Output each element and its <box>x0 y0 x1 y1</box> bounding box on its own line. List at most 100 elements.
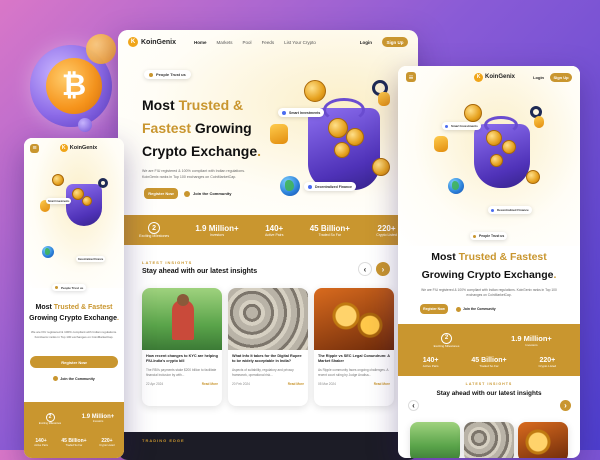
logo-icon: K <box>59 144 68 152</box>
key-ring-icon <box>98 178 108 188</box>
globe-icon <box>448 178 464 194</box>
signup-button[interactable]: Sign Up <box>550 72 572 82</box>
hero-line3-dot: . <box>257 143 262 159</box>
stat-value: 45 Billion+ <box>471 356 507 364</box>
article-image <box>228 288 308 350</box>
article-card[interactable]: The Ripple vs SEC Legal Conundrum: A Mar… <box>314 288 394 406</box>
coin-icon <box>372 158 390 176</box>
article-image <box>410 422 460 458</box>
milestone-badge-icon: 2 <box>441 332 452 344</box>
read-more-link[interactable]: Read More <box>202 382 218 386</box>
stat-label: Active Pairs <box>34 444 48 448</box>
next-button[interactable]: › <box>560 400 571 411</box>
stat-investors: 1.9 Million+ Investors <box>195 224 238 237</box>
stat-label: Traded So Far <box>65 444 83 448</box>
stat-label: Exciting Milestones <box>139 234 170 238</box>
coin-icon <box>304 80 326 102</box>
smart-investments-label: Smart Investments <box>48 199 70 203</box>
brand-name[interactable]: KoinGenix <box>70 145 98 151</box>
stat-value: 1.9 Million+ <box>195 223 239 233</box>
mobile-hero-description: We are FIU registered & 100% compliant w… <box>421 288 557 298</box>
stat-value: 1.9 Million+ <box>511 333 552 343</box>
decentralized-finance-label: Decentralized Finance <box>315 184 352 189</box>
trading-edge-eyebrow: TRADING EDGE <box>142 438 185 443</box>
login-link[interactable]: Login <box>533 75 544 80</box>
smart-investments-label: Smart Investments <box>451 124 478 128</box>
nav-list-crypto[interactable]: List Your Crypto <box>284 40 316 45</box>
coin-icon <box>502 140 516 154</box>
badge-dot-icon <box>55 286 58 289</box>
prev-button[interactable]: ‹ <box>358 262 372 276</box>
decentralized-finance-label: Decentralized Finance <box>497 208 529 212</box>
join-community-link[interactable]: Join the Community <box>456 304 496 314</box>
mobile-hero-line2-dot: . <box>116 315 119 322</box>
article-card[interactable]: How recent changes to KYC are helping FI… <box>142 288 222 406</box>
article-date: 20 Feb 2024 <box>232 382 250 387</box>
lock-icon <box>270 124 288 144</box>
article-title[interactable]: What Info It takes for the Digital Rupee… <box>232 354 304 365</box>
read-more-link[interactable]: Read More <box>374 382 390 386</box>
stat-label: Exciting Milestones <box>433 343 460 348</box>
brand-name[interactable]: KoinGenix <box>485 74 515 80</box>
decentralized-finance-label: Decentralized Finance <box>78 257 104 261</box>
tag-dot-icon <box>445 124 448 128</box>
stat-label: Investors <box>209 232 225 237</box>
small-orb <box>78 118 92 132</box>
join-community-link[interactable]: Join the Community <box>24 374 124 383</box>
stat-crypto-listed: 220+ Crypto Listed <box>522 357 573 368</box>
nav-markets[interactable]: Markets <box>217 40 233 45</box>
insights-title: Stay ahead with our latest insights <box>436 390 542 397</box>
menu-icon[interactable]: ≡ <box>406 72 416 82</box>
join-community-link[interactable]: Join the Community <box>184 188 231 199</box>
coin-icon <box>52 174 64 186</box>
brand-name[interactable]: KoinGenix <box>141 39 176 46</box>
article-title[interactable]: How recent changes to KYC are helping FI… <box>146 354 218 365</box>
mobile-hero-heading: Most Trusted & Fastest Growing Crypto Ex… <box>24 302 124 324</box>
tag-dot-icon <box>308 184 312 189</box>
logo-icon: K <box>128 37 138 47</box>
nav-feeds[interactable]: Feeds <box>262 40 275 45</box>
stat-value: 140+ <box>265 223 284 233</box>
logo-icon: K <box>474 72 483 82</box>
stat-label: Active Pairs <box>264 232 284 237</box>
read-more-link[interactable]: Read More <box>288 382 304 386</box>
article-card[interactable]: What Info It takes for the Digital Rupee… <box>228 288 308 406</box>
article-card[interactable] <box>410 422 460 458</box>
register-button[interactable]: Register Now <box>144 188 178 199</box>
nav-home[interactable]: Home <box>194 40 207 45</box>
tag-dot-icon <box>491 208 494 212</box>
decentralized-finance-tag: Decentralized Finance <box>304 182 356 191</box>
insights-title: Stay ahead with our latest insights <box>142 268 258 275</box>
article-title[interactable]: The Ripple vs SEC Legal Conundrum: A Mar… <box>318 354 390 365</box>
stat-active-pairs: 140+ Active Pairs <box>405 357 456 368</box>
insights-eyebrow: LATEST INSIGHTS <box>465 382 513 386</box>
article-card[interactable] <box>518 422 568 458</box>
tag-dot-icon <box>282 110 286 115</box>
smart-investments-tag: Smart Investments <box>442 122 481 130</box>
trust-badge-label: People Trust us <box>479 234 505 238</box>
next-button[interactable]: › <box>376 262 390 276</box>
mobile-hero-heading: Most Trusted & Fastest Growing Crypto Ex… <box>398 248 580 284</box>
nav-pool[interactable]: Pool <box>243 40 252 45</box>
stat-milestones: 2 Exciting Milestones <box>139 222 169 238</box>
mobile-stats-bar: 2 Exciting Milestones 1.9 Million+ Inves… <box>398 324 580 376</box>
signup-button[interactable]: Sign Up <box>382 37 408 47</box>
article-card[interactable] <box>464 422 514 458</box>
smart-investments-tag: Smart Investments <box>46 198 72 204</box>
trust-badge-label: People Trust us <box>156 72 186 77</box>
mobile-hero-line1-a: Most <box>431 251 459 263</box>
globe-icon <box>42 246 54 258</box>
menu-icon[interactable]: ≡ <box>30 143 39 153</box>
article-image <box>142 288 222 350</box>
coin-icon <box>328 118 348 138</box>
coin-icon <box>82 196 92 206</box>
bitcoin-symbol: ₿ <box>61 69 87 102</box>
login-link[interactable]: Login <box>360 40 372 45</box>
padlock-icon <box>378 92 390 106</box>
smart-investments-tag: Smart Investments <box>278 108 325 117</box>
register-button[interactable]: Register Now <box>420 304 448 314</box>
prev-button[interactable]: ‹ <box>408 400 419 411</box>
register-button[interactable]: Register Now <box>30 356 118 368</box>
stat-investors: 1.9 Million+ Investors <box>492 334 570 347</box>
join-community-label: Join the Community <box>193 191 232 196</box>
